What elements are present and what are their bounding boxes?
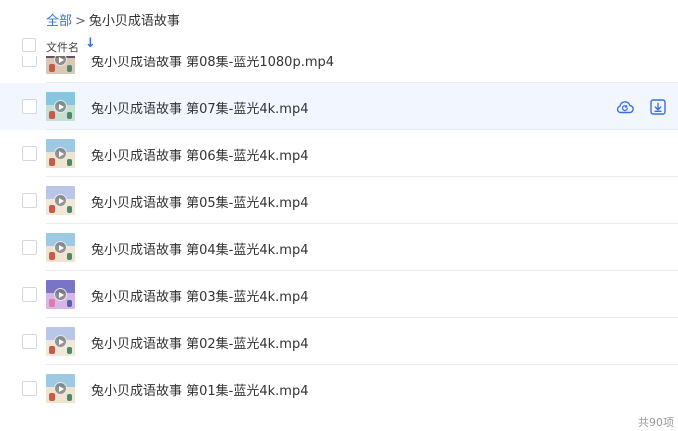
breadcrumb-current: 兔小贝成语故事 (88, 14, 180, 29)
row-checkbox[interactable] (22, 334, 37, 349)
file-row[interactable]: 兔小贝成语故事 第01集-蓝光4k.mp4 (0, 365, 678, 408)
file-row[interactable]: 兔小贝成语故事 第03集-蓝光4k.mp4 (0, 271, 678, 318)
total-count: 共90项 (638, 416, 674, 429)
row-checkbox[interactable] (22, 193, 37, 208)
file-name[interactable]: 兔小贝成语故事 第05集-蓝光4k.mp4 (91, 192, 308, 211)
sort-arrow-down-icon[interactable]: ↓ (85, 36, 96, 51)
row-checkbox[interactable] (22, 99, 37, 114)
breadcrumb-root-link[interactable]: 全部 (46, 14, 72, 29)
play-icon (54, 288, 67, 301)
play-icon (54, 382, 67, 395)
download-icon[interactable] (648, 97, 668, 117)
row-checkbox[interactable] (22, 287, 37, 302)
row-checkbox[interactable] (22, 56, 37, 67)
select-all-checkbox[interactable] (22, 38, 36, 52)
file-name[interactable]: 兔小贝成语故事 第01集-蓝光4k.mp4 (91, 380, 308, 399)
cloud-refresh-icon[interactable] (615, 97, 635, 117)
video-thumbnail[interactable] (46, 233, 75, 262)
video-thumbnail[interactable] (46, 280, 75, 309)
video-thumbnail[interactable] (46, 139, 75, 168)
file-list: 兔小贝成语故事 第08集-蓝光1080p.mp4 兔小贝成语故事 第07集-蓝光4… (0, 56, 678, 408)
video-thumbnail[interactable] (46, 186, 75, 215)
file-rows: 兔小贝成语故事 第08集-蓝光1080p.mp4 兔小贝成语故事 第07集-蓝光4… (0, 56, 678, 408)
file-name[interactable]: 兔小贝成语故事 第03集-蓝光4k.mp4 (91, 286, 308, 305)
file-row[interactable]: 兔小贝成语故事 第04集-蓝光4k.mp4 (0, 224, 678, 271)
list-header: 文件名 ↓ (0, 36, 678, 56)
play-icon (54, 194, 67, 207)
play-icon (54, 335, 67, 348)
video-thumbnail[interactable] (46, 56, 75, 74)
file-row[interactable]: 兔小贝成语故事 第08集-蓝光1080p.mp4 (0, 56, 678, 83)
play-icon (54, 241, 67, 254)
column-header-filename[interactable]: 文件名 (46, 39, 79, 55)
file-row[interactable]: 兔小贝成语故事 第02集-蓝光4k.mp4 (0, 318, 678, 365)
file-name[interactable]: 兔小贝成语故事 第04集-蓝光4k.mp4 (91, 239, 308, 258)
file-name[interactable]: 兔小贝成语故事 第08集-蓝光1080p.mp4 (91, 56, 334, 70)
row-checkbox[interactable] (22, 381, 37, 396)
video-thumbnail[interactable] (46, 374, 75, 403)
row-checkbox[interactable] (22, 240, 37, 255)
file-row[interactable]: 兔小贝成语故事 第06集-蓝光4k.mp4 (0, 130, 678, 177)
breadcrumb: 全部 > 兔小贝成语故事 (46, 10, 180, 29)
video-thumbnail[interactable] (46, 92, 75, 121)
file-row[interactable]: 兔小贝成语故事 第07集-蓝光4k.mp4 (0, 83, 678, 130)
file-name[interactable]: 兔小贝成语故事 第07集-蓝光4k.mp4 (91, 98, 308, 117)
video-thumbnail[interactable] (46, 327, 75, 356)
breadcrumb-separator: > (75, 14, 86, 29)
play-icon (54, 100, 67, 113)
row-checkbox[interactable] (22, 146, 37, 161)
play-icon (54, 147, 67, 160)
file-name[interactable]: 兔小贝成语故事 第02集-蓝光4k.mp4 (91, 333, 308, 352)
file-row[interactable]: 兔小贝成语故事 第05集-蓝光4k.mp4 (0, 177, 678, 224)
file-name[interactable]: 兔小贝成语故事 第06集-蓝光4k.mp4 (91, 145, 308, 164)
